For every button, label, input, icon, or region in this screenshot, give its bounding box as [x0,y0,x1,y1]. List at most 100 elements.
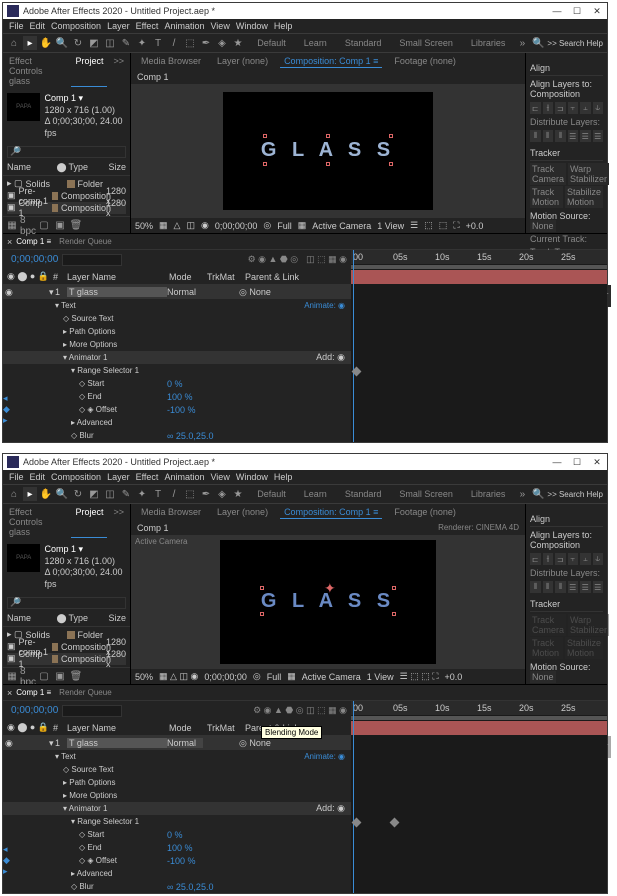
renderer-label[interactable]: Renderer: CINEMA 4D [438,523,519,533]
maximize-button[interactable]: ☐ [567,457,587,468]
puppet-tool-icon[interactable]: ★ [231,487,245,501]
track-camera-button[interactable]: Track Camera [530,163,566,185]
warp-stab-button[interactable]: Warp Stabilizer [568,614,609,636]
menu-layer[interactable]: Layer [107,472,130,482]
handle-tr[interactable] [392,586,396,590]
workspace-default[interactable]: Default [249,38,294,48]
vf-icon[interactable]: ☰ [410,220,418,231]
prop-blur[interactable]: ◇ Blur [63,882,167,891]
menu-help[interactable]: Help [274,472,293,482]
prop-advanced[interactable]: ▸ Advanced [63,418,112,427]
rect-tool-icon[interactable]: ✎ [119,36,133,50]
align-hcenter-icon[interactable]: ⫲ [543,553,554,565]
prop-start[interactable]: ◇ Start [71,830,167,839]
align-hcenter-icon[interactable]: ⫲ [543,102,554,114]
prop-text[interactable]: ▾ Text [47,752,76,761]
workspace-default[interactable]: Default [249,489,294,499]
tl-tab-render-queue[interactable]: Render Queue [55,687,115,698]
align-top-icon[interactable]: ⫟ [568,553,579,565]
layer-parent[interactable]: ◎ None [239,287,271,298]
type-tool-icon[interactable]: T [151,487,165,501]
prop-offset[interactable]: ◇ ◈ Offset [71,405,167,414]
workspace-standard[interactable]: Standard [337,489,390,499]
col-name[interactable]: Name [7,162,54,172]
tab-effect-controls[interactable]: Effect Controls glass [5,55,69,87]
bpc-icon[interactable]: 8 bpc [21,219,35,233]
selection-tool-icon[interactable]: ▸ [23,487,37,501]
ws-more-icon[interactable]: » [515,36,529,50]
dist-icon[interactable]: ⦀ [530,581,541,593]
panbehind-tool-icon[interactable]: ◫ [103,36,117,50]
prop-text[interactable]: ▾ Text [47,301,76,310]
vf-icon[interactable]: ▦ [298,220,307,231]
workspace-small[interactable]: Small Screen [391,489,461,499]
col-swatch[interactable]: ⬤ [56,162,66,173]
align-right-icon[interactable]: ⊐ [555,102,566,114]
interpret-icon[interactable]: ▦ [5,219,19,233]
home-icon[interactable]: ⌂ [7,36,21,50]
warp-stab-button[interactable]: Warp Stabilizer [568,163,609,185]
clone-tool-icon[interactable]: ⬚ [183,36,197,50]
comp-name[interactable]: Comp 1 ▾ [44,93,126,105]
exposure[interactable]: +0.0 [466,221,484,231]
track-motion-button[interactable]: Track Motion [530,186,563,208]
brush-tool-icon[interactable]: / [167,36,181,50]
handle-tl[interactable] [263,134,267,138]
search-help[interactable]: >> Search Help [547,490,603,499]
dist-icon[interactable]: ☰ [580,130,591,142]
minimize-button[interactable]: — [547,6,567,16]
dist-icon[interactable]: ⦀ [543,130,554,142]
menu-animation[interactable]: Animation [164,21,204,31]
menu-view[interactable]: View [210,472,229,482]
dist-icon[interactable]: ⦀ [543,581,554,593]
playhead[interactable] [353,250,354,442]
rotate-tool-icon[interactable]: ◩ [87,487,101,501]
close-button[interactable]: ✕ [587,457,607,468]
menu-file[interactable]: File [9,21,24,31]
layer-glass[interactable]: ◉ ▾ 1 T glass Normal ◎ None [3,285,351,299]
workspace-learn[interactable]: Learn [296,489,335,499]
stab-motion-button[interactable]: Stabilize Motion [565,186,603,208]
mag-dropdown[interactable]: 50% [135,221,153,231]
prop-offset[interactable]: ◇ ◈ Offset [71,856,167,865]
prop-range-selector[interactable]: ▾ Range Selector 1 [63,817,139,826]
dist-icon[interactable]: ⦀ [555,130,566,142]
animate-menu[interactable]: Animate: ◉ [304,752,345,761]
prop-animator[interactable]: ▾ Animator 1 [55,804,107,813]
mag-dropdown[interactable]: 50% [135,672,153,682]
search-icon[interactable]: 🔍 [531,487,545,501]
clone-tool-icon[interactable]: ⬚ [183,487,197,501]
tab-layer[interactable]: Layer (none) [213,55,272,68]
vf-timecode[interactable]: 0;00;00;00 [215,221,258,231]
time-ruler[interactable]: 0005s10s15s20s25s [351,701,607,715]
layer-mode[interactable]: Normal [167,738,203,748]
handle-tl[interactable] [260,586,264,590]
view-dropdown[interactable]: 1 View [367,672,394,682]
roto-tool-icon[interactable]: ◈ [215,487,229,501]
menu-edit[interactable]: Edit [30,21,46,31]
tab-more[interactable]: >> [109,506,128,538]
col-size[interactable]: Size [108,162,126,172]
viewer[interactable]: Active Camera G L A S S ✦ [131,535,525,668]
new-comp-icon[interactable]: ▣ [53,670,67,684]
align-top-icon[interactable]: ⫟ [568,102,579,114]
align-right-icon[interactable]: ⊐ [555,553,566,565]
workspace-standard[interactable]: Standard [337,38,390,48]
menu-window[interactable]: Window [236,21,268,31]
align-left-icon[interactable]: ⊏ [530,553,541,565]
minimize-button[interactable]: — [547,457,567,467]
project-search[interactable]: 🔎 [7,146,126,158]
puppet-tool-icon[interactable]: ★ [231,36,245,50]
tab-footage[interactable]: Footage (none) [390,506,460,519]
res-dropdown[interactable]: Full [267,672,282,682]
vf-icon[interactable]: ☰ ⬚ ⬚ ⛶ [400,671,439,682]
dist-icon[interactable]: ⦀ [555,581,566,593]
tl-tab-comp[interactable]: Comp 1 ≡ [12,687,55,698]
orbit-tool-icon[interactable]: ↻ [71,487,85,501]
vf-icon[interactable]: ▦ [159,220,168,231]
tab-media-browser[interactable]: Media Browser [137,506,205,519]
roto-tool-icon[interactable]: ◈ [215,36,229,50]
project-item-comp1[interactable]: ▣Comp 1Composition1280 x [7,202,126,214]
track-camera-button[interactable]: Track Camera [530,614,566,636]
project-search[interactable]: 🔎 [7,597,126,609]
